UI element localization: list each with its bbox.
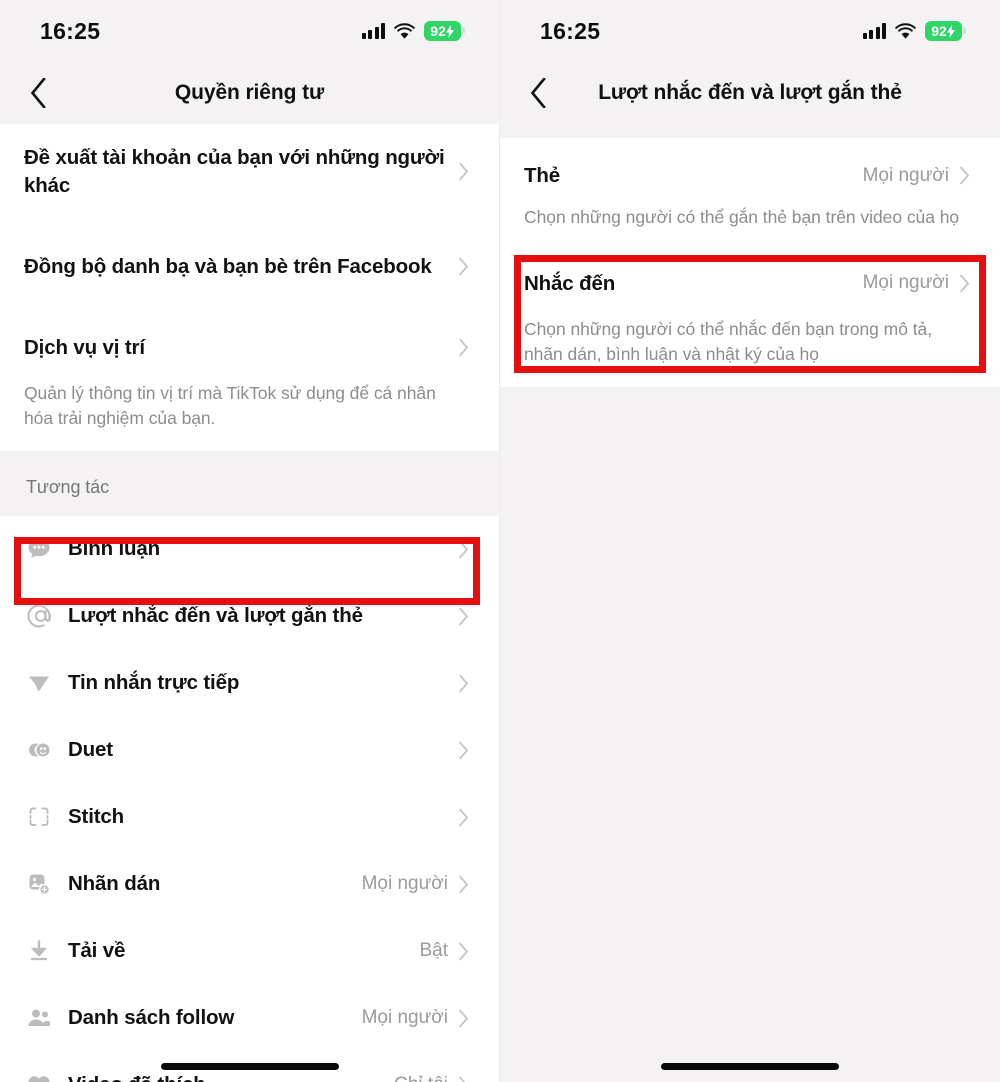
stitch-icon [24, 802, 54, 832]
row-value: Bật [419, 940, 448, 962]
row-label: Danh sách follow [68, 1006, 235, 1030]
status-bar-clock: 16:25 [40, 17, 101, 44]
status-bar-clock: 16:25 [540, 17, 601, 44]
back-button[interactable] [518, 73, 558, 113]
comment-bubble-icon [24, 534, 54, 564]
sticker-add-icon [24, 869, 54, 899]
row-value: Chỉ tôi [394, 1074, 448, 1082]
status-bar: 16:25 92 [0, 0, 499, 62]
chevron-left-icon [530, 78, 546, 108]
heart-icon [24, 1070, 54, 1082]
row-label: Nhãn dán [68, 872, 161, 896]
chevron-right-icon [458, 540, 469, 559]
left-nav-bar: Quyền riêng tư [0, 62, 499, 124]
signal-bars-icon [361, 23, 385, 39]
row-label: Tin nhắn trực tiếp [68, 671, 240, 695]
row-label: Thẻ [524, 163, 560, 187]
row-label: Tải về [68, 939, 126, 963]
chevron-right-icon [458, 942, 469, 961]
chevron-left-icon [30, 78, 46, 108]
row-description: Chọn những người có thể gắn thẻ bạn trên… [524, 207, 960, 227]
row-suggest-account[interactable]: Đề xuất tài khoản của bạn với những ngườ… [0, 124, 499, 219]
sidebar-item-stickers[interactable]: Nhãn dán Mọi người [0, 851, 499, 918]
row-label: Stitch [68, 805, 125, 829]
row-label: Video đã thích [68, 1071, 394, 1082]
battery-percent-label: 92 [430, 23, 446, 39]
dual-screenshot-container: 16:25 92 Quyền riêng tư Đề xuất tài khoả… [0, 0, 1000, 1082]
setting-row-mentions[interactable]: Nhắc đến Mọi người [500, 250, 1000, 317]
duet-icon [24, 735, 54, 765]
chevron-right-icon [959, 166, 970, 185]
chevron-right-icon [959, 274, 970, 293]
wifi-icon [895, 23, 916, 39]
row-label: Duet [68, 738, 113, 762]
mentions-tags-card: Thẻ Mọi người Chọn những người có thể gắ… [500, 138, 1000, 387]
battery-charging-icon: 92 [925, 21, 966, 41]
section-header-interaction: Tương tác [26, 476, 109, 497]
page-title: Quyền riêng tư [174, 81, 325, 104]
chevron-right-icon [458, 674, 469, 693]
chevron-right-icon [458, 607, 469, 626]
home-indicator [160, 1063, 339, 1070]
sidebar-item-mentions-and-tags[interactable]: Lượt nhắc đến và lượt gắn thẻ [0, 583, 499, 650]
sidebar-item-comments[interactable]: Bình luận [0, 516, 499, 583]
chevron-right-icon [458, 875, 469, 894]
row-label: Bình luận [68, 537, 161, 561]
charging-bolt-icon [445, 24, 454, 38]
status-bar-indicators: 92 [862, 21, 966, 41]
back-button[interactable] [18, 73, 58, 113]
chevron-right-icon [458, 808, 469, 827]
wifi-icon [394, 23, 415, 39]
row-label: Đồng bộ danh bạ và bạn bè trên Facebook [24, 254, 432, 278]
sidebar-item-direct-messages[interactable]: Tin nhắn trực tiếp [0, 650, 499, 717]
right-phone-screen: 16:25 92 Lượt nhắc đến và lượt gắn thẻ T… [500, 0, 1000, 1082]
interaction-section-card: Bình luận Lượt nhắc đến và lượt gắn thẻ [0, 515, 499, 1082]
battery-percent-label: 92 [931, 23, 947, 39]
signal-bars-icon [862, 23, 886, 39]
sidebar-item-following-list[interactable]: Danh sách follow Mọi người [0, 985, 499, 1052]
chevron-right-icon [458, 338, 469, 357]
row-description: Quản lý thông tin vị trí mà TikTok sử dụ… [24, 383, 436, 428]
chevron-right-icon [458, 162, 469, 181]
row-label: Dịch vụ vị trí [24, 335, 145, 359]
privacy-section-card: Đề xuất tài khoản của bạn với những ngườ… [0, 124, 499, 451]
sidebar-item-stitch[interactable]: Stitch [0, 784, 499, 851]
row-value: Mọi người [862, 164, 949, 186]
sidebar-item-downloads[interactable]: Tải về Bật [0, 918, 499, 985]
people-icon [24, 1003, 54, 1033]
right-nav-bar: Lượt nhắc đến và lượt gắn thẻ [500, 62, 1000, 124]
battery-charging-icon: 92 [424, 21, 465, 41]
row-value: Mọi người [862, 272, 949, 294]
row-label: Nhắc đến [524, 271, 616, 295]
status-bar-indicators: 92 [361, 21, 465, 41]
chevron-right-icon [458, 1009, 469, 1028]
setting-row-tags[interactable]: Thẻ Mọi người [500, 138, 1000, 205]
row-location-services[interactable]: Dịch vụ vị trí [0, 314, 499, 381]
chevron-right-icon [458, 257, 469, 276]
chevron-right-icon [458, 1076, 466, 1082]
row-label: Lượt nhắc đến và lượt gắn thẻ [68, 604, 363, 628]
section-gap: Tương tác [0, 450, 499, 516]
row-label: Đề xuất tài khoản của bạn với những ngườ… [24, 145, 445, 197]
row-description: Chọn những người có thể nhắc đến bạn tro… [524, 318, 933, 364]
row-value: Mọi người [361, 1007, 448, 1029]
paper-plane-icon [24, 668, 54, 698]
download-icon [24, 936, 54, 966]
chevron-right-icon [458, 741, 469, 760]
home-indicator [661, 1063, 839, 1070]
page-title: Lượt nhắc đến và lượt gắn thẻ [598, 81, 902, 104]
left-phone-screen: 16:25 92 Quyền riêng tư Đề xuất tài khoả… [0, 0, 500, 1082]
sidebar-item-duet[interactable]: Duet [0, 717, 499, 784]
charging-bolt-icon [946, 24, 955, 38]
row-value: Mọi người [361, 873, 448, 895]
at-mention-icon [24, 601, 54, 631]
status-bar: 16:25 92 [500, 0, 1000, 62]
row-sync-contacts[interactable]: Đồng bộ danh bạ và bạn bè trên Facebook [0, 219, 499, 314]
